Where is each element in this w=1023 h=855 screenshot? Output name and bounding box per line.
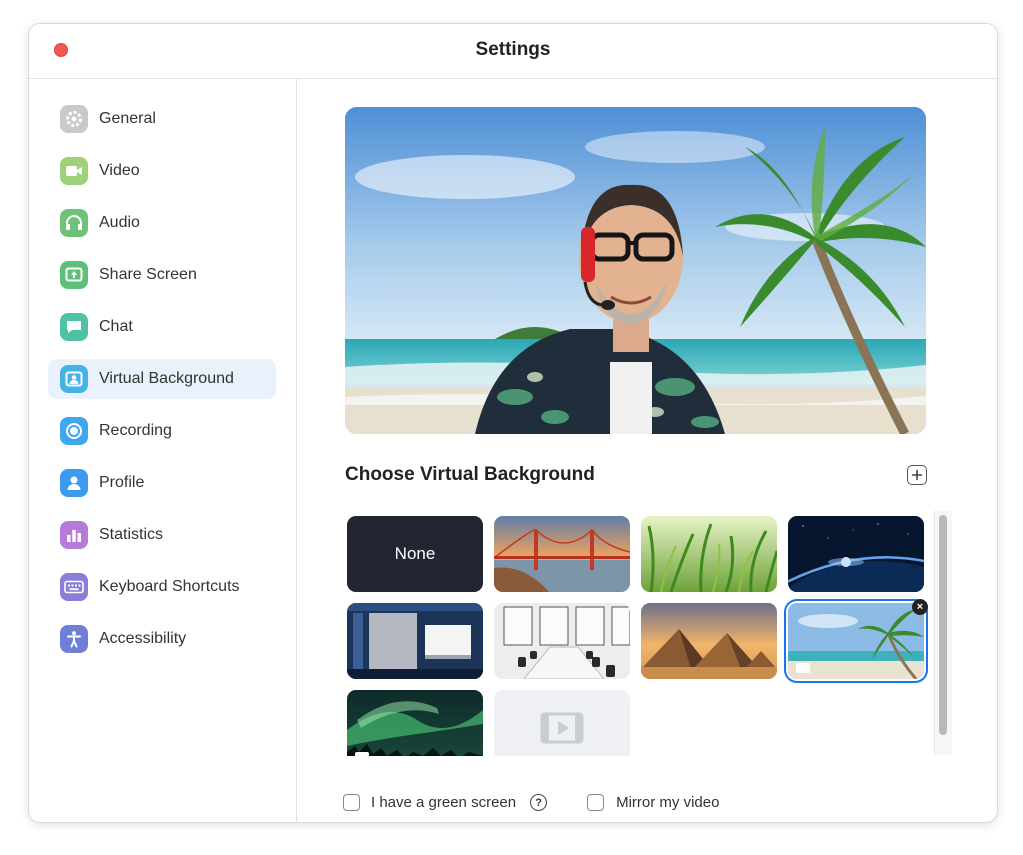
- keyboard-icon: [60, 573, 88, 601]
- green-screen-label: I have a green screen: [371, 794, 517, 811]
- background-options: I have a green screen ? Mirror my video: [343, 794, 719, 811]
- background-option-stage[interactable]: [347, 603, 483, 679]
- sidebar-item-label: Recording: [99, 422, 172, 439]
- plus-square-icon[interactable]: [907, 465, 927, 485]
- accessibility-icon: [60, 625, 88, 653]
- background-option-beach-palm[interactable]: [788, 603, 924, 679]
- record-icon: [60, 417, 88, 445]
- video-camera-icon: [355, 752, 369, 756]
- main-panel: Choose Virtual Background None × I have …: [297, 79, 997, 822]
- sidebar-item-label: Video: [99, 162, 140, 179]
- video-camera-icon: [60, 157, 88, 185]
- settings-window: Settings General Video Audio Share Scree…: [28, 23, 998, 823]
- sidebar-item-video[interactable]: Video: [48, 151, 276, 191]
- headphones-icon: [60, 209, 88, 237]
- sidebar-item-recording[interactable]: Recording: [48, 411, 276, 451]
- video-camera-icon: [796, 663, 810, 673]
- gear-icon: [60, 105, 88, 133]
- title-bar: Settings: [29, 24, 997, 79]
- sidebar-item-profile[interactable]: Profile: [48, 463, 276, 503]
- chat-bubble-icon: [60, 313, 88, 341]
- sidebar-item-label: Profile: [99, 474, 145, 491]
- green-screen-checkbox[interactable]: [343, 794, 360, 811]
- sidebar-item-label: Keyboard Shortcuts: [99, 578, 240, 595]
- gallery-scrollbar[interactable]: [934, 511, 952, 755]
- background-none-label: None: [394, 544, 436, 563]
- background-option-conference-room[interactable]: [494, 603, 630, 679]
- sidebar-item-share-screen[interactable]: Share Screen: [48, 255, 276, 295]
- sidebar-item-label: Audio: [99, 214, 140, 231]
- sidebar-item-chat[interactable]: Chat: [48, 307, 276, 347]
- background-option-earth-from-space[interactable]: [788, 516, 924, 592]
- help-icon[interactable]: ?: [530, 794, 548, 811]
- window-title: Settings: [475, 39, 551, 60]
- sidebar-item-accessibility[interactable]: Accessibility: [48, 619, 276, 659]
- sidebar-item-virtual-background[interactable]: Virtual Background: [48, 359, 276, 399]
- mirror-video-checkbox[interactable]: [587, 794, 605, 811]
- virtual-background-icon: [60, 365, 88, 393]
- background-option-golden-gate-bridge[interactable]: [494, 516, 630, 592]
- sidebar-item-label: Share Screen: [99, 266, 197, 283]
- settings-sidebar: General Video Audio Share Screen Chat Vi…: [29, 79, 297, 822]
- video-preview: [345, 107, 926, 434]
- sidebar-item-audio[interactable]: Audio: [48, 203, 276, 243]
- mirror-video-label: Mirror my video: [616, 794, 720, 811]
- sidebar-item-label: Statistics: [99, 526, 164, 543]
- background-option-video-placeholder[interactable]: [494, 690, 630, 756]
- sidebar-item-label: Chat: [99, 318, 133, 335]
- background-option-grass[interactable]: [641, 516, 777, 592]
- sidebar-item-general[interactable]: General: [48, 99, 276, 139]
- gallery-scrollbar-thumb[interactable]: [939, 515, 947, 735]
- sidebar-item-keyboard-shortcuts[interactable]: Keyboard Shortcuts: [48, 567, 276, 607]
- background-option-none[interactable]: None: [347, 516, 483, 592]
- background-option-pyramids[interactable]: [641, 603, 777, 679]
- share-screen-icon: [60, 261, 88, 289]
- sidebar-item-label: Virtual Background: [99, 370, 234, 387]
- background-gallery: None ×: [347, 516, 937, 756]
- sidebar-item-label: Accessibility: [99, 630, 187, 647]
- person-icon: [60, 469, 88, 497]
- film-strip-icon: [540, 712, 584, 744]
- remove-background-icon[interactable]: ×: [912, 599, 928, 615]
- sidebar-item-statistics[interactable]: Statistics: [48, 515, 276, 555]
- sidebar-item-label: General: [99, 110, 156, 127]
- bar-chart-icon: [60, 521, 88, 549]
- section-title: Choose Virtual Background: [345, 464, 595, 485]
- background-option-aurora[interactable]: [347, 690, 483, 756]
